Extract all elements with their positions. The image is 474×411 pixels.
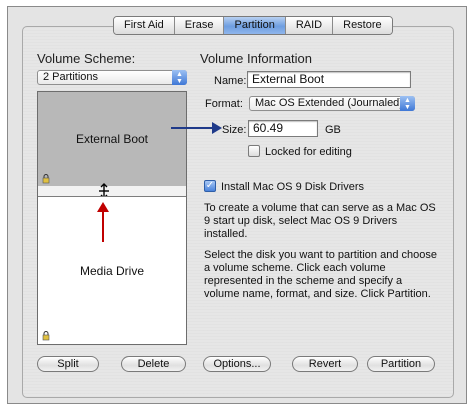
tab-erase[interactable]: Erase: [174, 17, 225, 34]
tab-partition[interactable]: Partition: [224, 17, 286, 34]
popup-arrows-icon: ▲ ▼: [400, 96, 415, 111]
revert-button[interactable]: Revert: [292, 356, 358, 372]
lock-icon: [42, 331, 50, 341]
partition-button[interactable]: Partition: [367, 356, 435, 372]
tab-bar: First Aid Erase Partition RAID Restore: [113, 16, 393, 35]
volume-scheme-popup[interactable]: 2 Partitions ▲ ▼: [37, 70, 187, 85]
volume-scheme-heading: Volume Scheme:: [37, 51, 136, 66]
lock-icon: [42, 174, 50, 184]
partition-media-drive[interactable]: Media Drive: [38, 196, 186, 344]
partition-external-boot[interactable]: External Boot: [38, 92, 186, 187]
tab-first-aid[interactable]: First Aid: [114, 17, 175, 34]
format-popup[interactable]: Mac OS Extended (Journaled) ▲ ▼: [249, 96, 415, 111]
volume-scheme-value: 2 Partitions: [43, 71, 99, 83]
size-label: Size:: [222, 124, 247, 136]
format-label: Format:: [205, 98, 243, 110]
locked-label: Locked for editing: [265, 146, 352, 158]
tab-restore[interactable]: Restore: [333, 17, 392, 34]
partition-resize-handle[interactable]: [38, 183, 186, 199]
locked-checkbox[interactable]: [248, 145, 260, 157]
size-unit: GB: [325, 124, 341, 136]
options-button[interactable]: Options...: [203, 356, 271, 372]
volume-information-heading: Volume Information: [200, 51, 313, 66]
partition-label: External Boot: [75, 132, 149, 146]
size-field[interactable]: 60.49: [248, 120, 318, 137]
delete-button[interactable]: Delete: [121, 356, 186, 372]
annotation-arrowhead-blue: [212, 122, 222, 134]
format-value: Mac OS Extended (Journaled): [255, 97, 403, 109]
instructions-text: Select the disk you want to partition an…: [204, 249, 437, 300]
install-drivers-help: To create a volume that can serve as a M…: [204, 202, 436, 240]
name-field[interactable]: External Boot: [247, 71, 411, 88]
volume-scheme-map: External Boot Media Drive: [37, 91, 187, 345]
annotation-arrow-red: [102, 209, 104, 242]
popup-arrows-icon: ▲ ▼: [172, 70, 187, 85]
partition-label: Media Drive: [79, 263, 145, 278]
install-drivers-label: Install Mac OS 9 Disk Drivers: [221, 181, 365, 193]
tab-raid[interactable]: RAID: [285, 17, 334, 34]
name-label: Name:: [214, 75, 247, 87]
split-button[interactable]: Split: [37, 356, 99, 372]
install-drivers-checkbox[interactable]: ✓: [204, 180, 216, 192]
annotation-arrowhead-red: [97, 202, 109, 212]
